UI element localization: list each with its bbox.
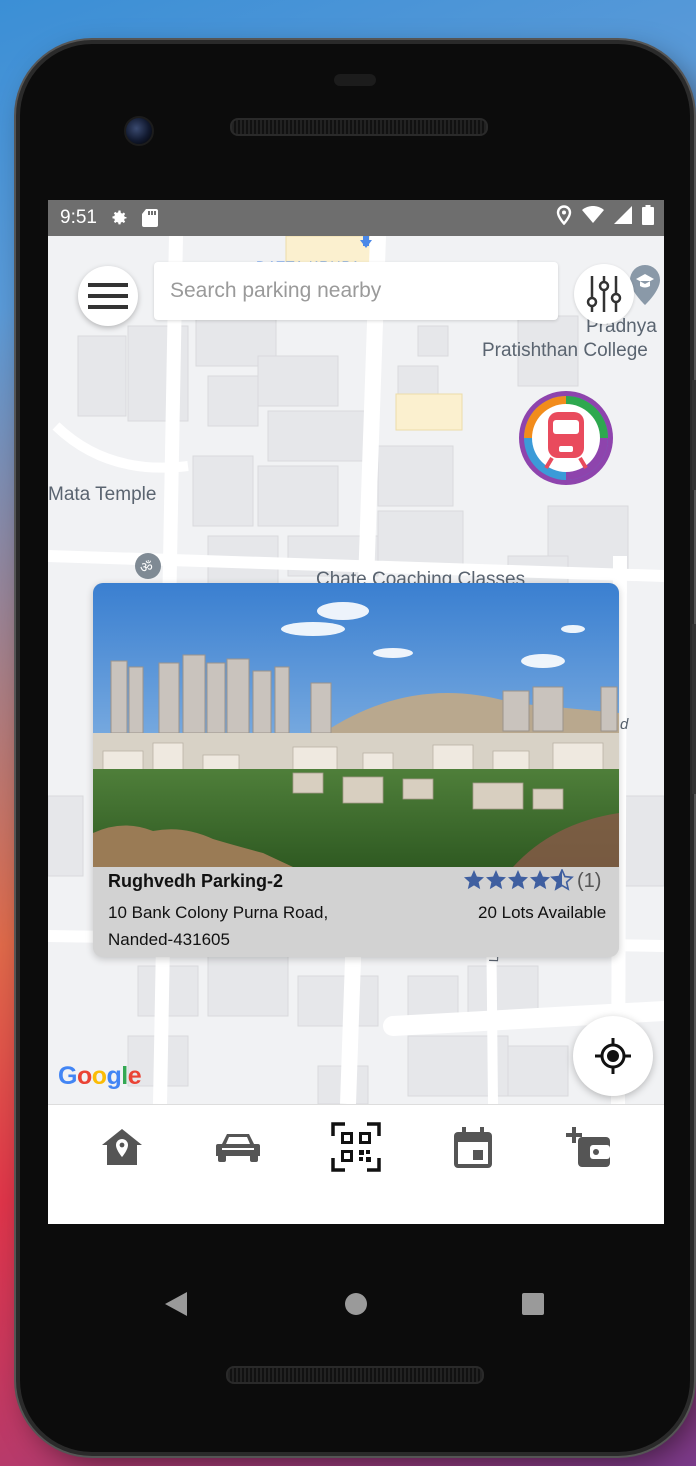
lots-available: 20 Lots Available <box>478 903 607 922</box>
map-label-road-right: d <box>620 716 629 733</box>
rating: (1) <box>463 869 601 893</box>
calendar-icon <box>454 1127 492 1168</box>
nav-bookings[interactable] <box>443 1119 503 1175</box>
parking-name: Rughvedh Parking-2 <box>108 871 284 891</box>
parking-card[interactable]: Rughvedh Parking-2 10 Bank Colony Purna … <box>93 583 619 957</box>
filter-button[interactable] <box>574 264 634 324</box>
search-input[interactable] <box>168 278 558 304</box>
nav-add-parking[interactable] <box>558 1119 618 1175</box>
google-logo: Google <box>58 1062 142 1090</box>
parking-photo <box>93 583 619 867</box>
star-rating-icon <box>464 869 573 890</box>
volume-button <box>692 380 696 490</box>
status-time: 9:51 <box>60 207 97 228</box>
nav-scan[interactable] <box>326 1119 386 1175</box>
bottom-speaker <box>226 1366 484 1384</box>
battery-icon <box>642 205 654 231</box>
car-icon <box>216 1134 260 1162</box>
address-line-1: 10 Bank Colony Purna Road, <box>108 903 329 922</box>
earpiece-speaker <box>230 118 488 136</box>
sd-card-icon <box>141 208 159 228</box>
address-line-2: Nanded-431605 <box>108 930 230 949</box>
add-wallet-icon <box>566 1127 610 1167</box>
sliders-icon <box>586 276 622 312</box>
gear-icon <box>109 208 129 228</box>
status-bar: 9:51 <box>48 200 664 236</box>
map-view[interactable]: ॐ DATTA KRUPA Pradnya Pratishthan Colleg… <box>48 236 664 1104</box>
wifi-icon <box>582 205 604 230</box>
rating-count: (1) <box>577 869 602 892</box>
app-screen: 9:51 ॐ Pradnya Pratishthan College Mata … <box>48 200 664 1224</box>
search-bar[interactable] <box>154 262 558 320</box>
recents-nav-icon[interactable] <box>522 1293 544 1315</box>
hamburger-icon <box>88 283 128 309</box>
my-location-button[interactable] <box>573 1016 653 1096</box>
power-button <box>692 624 696 794</box>
metro-train-icon <box>519 391 613 485</box>
system-nav-bar <box>20 1284 690 1324</box>
qr-scan-icon <box>331 1122 381 1172</box>
map-label-college-2: Pratishthan College <box>482 340 648 361</box>
menu-button[interactable] <box>78 266 138 326</box>
sensor-slot <box>334 74 376 86</box>
home-pin-icon <box>102 1129 142 1165</box>
back-nav-icon[interactable] <box>165 1292 187 1316</box>
home-nav-icon[interactable] <box>345 1293 367 1315</box>
nav-vehicles[interactable] <box>208 1119 268 1175</box>
signal-icon <box>614 206 632 230</box>
map-label-temple: Mata Temple <box>48 484 157 505</box>
location-pin-icon <box>556 205 572 231</box>
metro-button[interactable] <box>518 390 614 486</box>
crosshair-icon <box>595 1038 631 1074</box>
parking-address: 10 Bank Colony Purna Road, Nanded-431605 <box>108 899 358 953</box>
bottom-nav <box>48 1104 664 1224</box>
svg-text:ॐ: ॐ <box>140 560 153 576</box>
parking-info: Rughvedh Parking-2 10 Bank Colony Purna … <box>93 867 619 957</box>
nav-home[interactable] <box>92 1119 152 1175</box>
front-camera <box>124 116 154 146</box>
